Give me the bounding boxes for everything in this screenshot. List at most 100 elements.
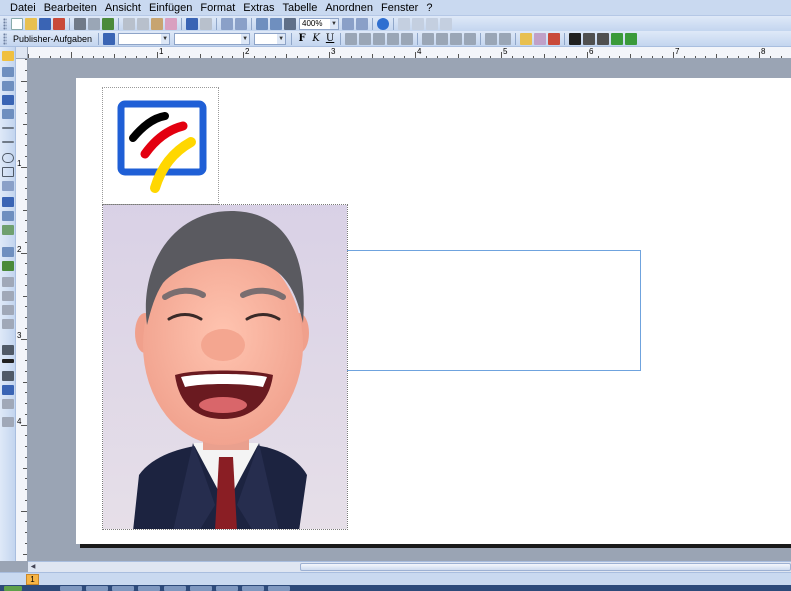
font-select[interactable]: ▼ (174, 32, 251, 45)
menu-bearbeiten[interactable]: Bearbeiten (40, 2, 101, 14)
taskbar-item[interactable] (268, 586, 290, 591)
oval-icon[interactable] (2, 153, 14, 163)
flip-icon[interactable] (2, 319, 14, 329)
arrow-style-icon[interactable] (597, 32, 610, 45)
menu-einfuegen[interactable]: Einfügen (145, 2, 196, 14)
font-size-select[interactable]: ▼ (254, 32, 287, 45)
underline-button[interactable]: U (324, 33, 336, 44)
break-link-icon[interactable] (412, 17, 424, 30)
connect-textbox-icon[interactable] (398, 17, 410, 30)
scroll-left-icon[interactable]: ◀ (28, 563, 38, 571)
group-icon[interactable] (2, 277, 14, 287)
cut-icon[interactable] (123, 17, 135, 30)
toolbar-grip[interactable] (3, 17, 7, 30)
justify-icon[interactable] (387, 32, 400, 45)
redo-icon[interactable] (200, 17, 212, 30)
style-select[interactable]: ▼ (118, 32, 171, 45)
wrap-text-icon[interactable] (2, 385, 14, 395)
new-document-icon[interactable] (11, 17, 23, 30)
zoom-select[interactable]: 400% ▼ (299, 17, 339, 30)
email-icon[interactable] (53, 17, 65, 30)
taskbar-item[interactable] (86, 586, 108, 591)
empty-text-frame[interactable] (346, 250, 641, 371)
bold-button[interactable]: F (296, 33, 308, 44)
line-color-icon[interactable] (534, 32, 547, 45)
line-style-icon[interactable] (569, 32, 582, 45)
align-objects-icon[interactable] (2, 345, 14, 355)
bullets-icon[interactable] (436, 32, 449, 45)
fill-color-icon[interactable] (520, 32, 533, 45)
rotate-icon[interactable] (235, 17, 247, 30)
logo-picture-frame[interactable] (102, 87, 219, 205)
align-right-icon[interactable] (373, 32, 386, 45)
taskbar-item[interactable] (164, 586, 186, 591)
menu-ansicht[interactable]: Ansicht (101, 2, 145, 14)
horizontal-scrollbar[interactable]: ◀ (28, 561, 791, 572)
clip-art-icon[interactable] (2, 261, 14, 271)
form-control-icon[interactable] (2, 211, 14, 221)
distribute-icon[interactable] (401, 32, 414, 45)
dash-style-icon[interactable] (583, 32, 596, 45)
vertical-ruler[interactable]: 1 2 3 4 (16, 59, 28, 561)
paste-icon[interactable] (151, 17, 163, 30)
toolbar-grip[interactable] (3, 32, 7, 45)
3d-style-icon[interactable] (625, 32, 638, 45)
taskbar-item[interactable] (190, 586, 212, 591)
select-objects-icon[interactable] (2, 51, 14, 61)
menu-format[interactable]: Format (196, 2, 239, 14)
menu-anordnen[interactable]: Anordnen (321, 2, 377, 14)
grow-font-icon[interactable] (499, 32, 512, 45)
arrow-icon[interactable] (2, 141, 14, 143)
design-gallery-icon[interactable] (2, 247, 14, 257)
print-preview-icon[interactable] (88, 17, 100, 30)
rotate-right-icon[interactable] (2, 305, 14, 315)
open-folder-icon[interactable] (25, 17, 37, 30)
insert-table-icon[interactable] (2, 81, 14, 91)
menu-fenster[interactable]: Fenster (377, 2, 422, 14)
autoshapes-icon[interactable] (2, 181, 14, 191)
taskbar-item[interactable] (112, 586, 134, 591)
align-left-icon[interactable] (345, 32, 358, 45)
spelling-icon[interactable] (102, 17, 114, 30)
start-button[interactable] (4, 586, 22, 591)
menu-extras[interactable]: Extras (239, 2, 278, 14)
edit-wrap-icon[interactable] (2, 417, 14, 427)
zoom-out-icon[interactable] (342, 17, 354, 30)
picture-frame-icon[interactable] (2, 109, 14, 119)
rotate-left-icon[interactable] (2, 291, 14, 301)
numbering-icon[interactable] (422, 32, 435, 45)
line-icon[interactable] (2, 127, 14, 129)
crop-icon[interactable] (2, 371, 14, 381)
rectangle-icon[interactable] (2, 167, 14, 177)
shrink-font-icon[interactable] (485, 32, 498, 45)
next-frame-icon[interactable] (440, 17, 452, 30)
help-icon[interactable] (377, 17, 389, 30)
task-pane-button[interactable]: Publisher-Aufgaben (13, 34, 92, 44)
copy-icon[interactable] (137, 17, 149, 30)
taskbar-item[interactable] (216, 586, 238, 591)
horizontal-ruler[interactable]: 1 2 3 4 5 6 7 8 (28, 47, 791, 59)
menu-tabelle[interactable]: Tabelle (278, 2, 321, 14)
insert-hyperlink-icon[interactable] (256, 17, 268, 30)
styles-icon[interactable] (103, 32, 116, 45)
scrollbar-thumb[interactable] (300, 563, 791, 571)
page-navigation-button[interactable]: 1 (26, 574, 39, 585)
align-center-icon[interactable] (359, 32, 372, 45)
special-characters-icon[interactable] (284, 17, 296, 30)
italic-button[interactable]: K (310, 33, 322, 44)
save-icon[interactable] (39, 17, 51, 30)
increase-indent-icon[interactable] (464, 32, 477, 45)
format-picture-icon[interactable] (2, 399, 14, 409)
previous-frame-icon[interactable] (426, 17, 438, 30)
html-fragment-icon[interactable] (2, 225, 14, 235)
hotspot-icon[interactable] (2, 197, 14, 207)
bring-forward-icon[interactable] (221, 17, 233, 30)
ruler-origin[interactable] (16, 47, 28, 59)
undo-icon[interactable] (186, 17, 198, 30)
line-weight-icon[interactable] (2, 359, 14, 363)
taskbar-item[interactable] (60, 586, 82, 591)
print-icon[interactable] (74, 17, 86, 30)
shadow-style-icon[interactable] (611, 32, 624, 45)
zoom-in-icon[interactable] (356, 17, 368, 30)
text-box-icon[interactable] (2, 67, 14, 77)
